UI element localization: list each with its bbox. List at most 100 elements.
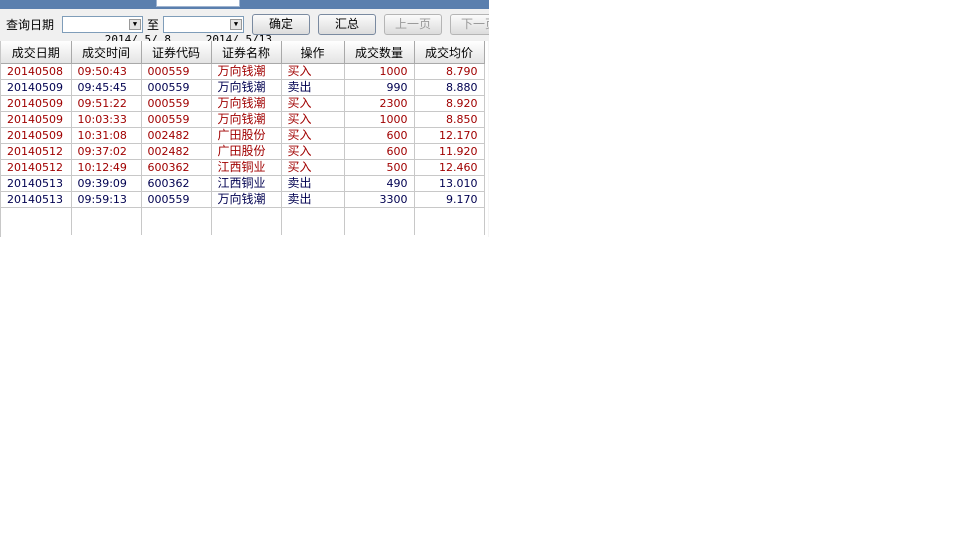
table-row[interactable]: 20140509 10:03:33 000559 万向钱潮 买入 1000 8.… xyxy=(1,111,485,128)
cell-security-name: 江西铜业 xyxy=(211,159,282,176)
cell-security-name: 广田股份 xyxy=(211,143,282,160)
cell-trade-time: 10:12:49 xyxy=(71,159,142,176)
cell-quantity: 1000 xyxy=(344,111,415,128)
cell-security-name: 万向钱潮 xyxy=(211,95,282,112)
cell-quantity: 490 xyxy=(344,175,415,192)
cell-avg-price: 8.920 xyxy=(414,95,485,112)
cell-quantity: 1000 xyxy=(344,63,415,80)
cell-operation: 买入 xyxy=(281,127,345,144)
next-page-button[interactable]: 下一页 xyxy=(450,14,489,35)
summary-button[interactable]: 汇总 xyxy=(318,14,376,35)
table-row[interactable]: 20140513 09:59:13 000559 万向钱潮 卖出 3300 9.… xyxy=(1,191,485,208)
cell-trade-time: 09:39:09 xyxy=(71,175,142,192)
cell-operation: 买入 xyxy=(281,95,345,112)
cell-security-code: 000559 xyxy=(141,63,212,80)
cell-trade-time: 10:03:33 xyxy=(71,111,142,128)
column-header-avg-price[interactable]: 成交均价 xyxy=(414,41,485,64)
cell-trade-time: 09:59:13 xyxy=(71,191,142,208)
confirm-button[interactable]: 确定 xyxy=(252,14,310,35)
start-date-picker[interactable]: 2014/ 5/ 8 ▼ xyxy=(62,16,171,46)
cell-operation: 卖出 xyxy=(281,175,345,192)
table-row[interactable]: 20140513 09:39:09 600362 江西铜业 卖出 490 13.… xyxy=(1,175,485,192)
cell-trade-time: 10:31:08 xyxy=(71,127,142,144)
cell-security-name: 广田股份 xyxy=(211,127,282,144)
cell-trade-date: 20140509 xyxy=(1,127,72,144)
cell-trade-date: 20140512 xyxy=(1,159,72,176)
cell-avg-price: 8.850 xyxy=(414,111,485,128)
cell-trade-date: 20140513 xyxy=(1,175,72,192)
cell-operation: 买入 xyxy=(281,111,345,128)
tab-active[interactable] xyxy=(156,0,240,7)
empty-cell xyxy=(281,207,345,235)
cell-trade-date: 20140513 xyxy=(1,191,72,208)
query-date-label: 查询日期 xyxy=(6,18,55,32)
cell-security-code: 002482 xyxy=(141,143,212,160)
table-row[interactable]: 20140512 09:37:02 002482 广田股份 买入 600 11.… xyxy=(1,143,485,160)
cell-quantity: 3300 xyxy=(344,191,415,208)
cell-security-code: 600362 xyxy=(141,159,212,176)
cell-trade-time: 09:45:45 xyxy=(71,79,142,96)
date-range-to-label: 至 xyxy=(147,18,160,32)
chevron-down-icon[interactable]: ▼ xyxy=(230,19,242,30)
cell-operation: 买入 xyxy=(281,159,345,176)
cell-avg-price: 11.920 xyxy=(414,143,485,160)
empty-cell xyxy=(141,207,212,235)
cell-trade-time: 09:50:43 xyxy=(71,63,142,80)
column-header-security-code[interactable]: 证券代码 xyxy=(141,41,212,64)
table-header-row: 成交日期 成交时间 证券代码 证券名称 操作 成交数量 成交均价 xyxy=(1,41,485,64)
cell-operation: 卖出 xyxy=(281,79,345,96)
table-row[interactable]: 20140509 09:45:45 000559 万向钱潮 卖出 990 8.8… xyxy=(1,79,485,96)
table-row[interactable]: 20140509 10:31:08 002482 广田股份 买入 600 12.… xyxy=(1,127,485,144)
cell-security-code: 002482 xyxy=(141,127,212,144)
chevron-down-icon[interactable]: ▼ xyxy=(129,19,141,30)
cell-avg-price: 8.790 xyxy=(414,63,485,80)
cell-operation: 卖出 xyxy=(281,191,345,208)
column-header-security-name[interactable]: 证券名称 xyxy=(211,41,282,64)
cell-trade-date: 20140512 xyxy=(1,143,72,160)
cell-security-code: 000559 xyxy=(141,111,212,128)
cell-security-name: 万向钱潮 xyxy=(211,111,282,128)
empty-cell xyxy=(211,207,282,235)
cell-quantity: 500 xyxy=(344,159,415,176)
cell-trade-date: 20140509 xyxy=(1,79,72,96)
prev-page-button[interactable]: 上一页 xyxy=(384,14,442,35)
empty-cell xyxy=(414,207,485,235)
end-date-picker[interactable]: 2014/ 5/13 ▼ xyxy=(163,16,272,46)
column-header-trade-date[interactable]: 成交日期 xyxy=(1,41,72,64)
trade-history-window: 查询日期 2014/ 5/ 8 ▼ 至 2014/ 5/13 ▼ 确定 汇总 上… xyxy=(0,0,489,237)
column-header-trade-time[interactable]: 成交时间 xyxy=(71,41,142,64)
column-header-operation[interactable]: 操作 xyxy=(281,41,345,64)
empty-table-row xyxy=(1,207,485,235)
cell-avg-price: 12.460 xyxy=(414,159,485,176)
table-row[interactable]: 20140509 09:51:22 000559 万向钱潮 买入 2300 8.… xyxy=(1,95,485,112)
trade-table: 成交日期 成交时间 证券代码 证券名称 操作 成交数量 成交均价 2014050… xyxy=(0,41,488,237)
cell-security-name: 万向钱潮 xyxy=(211,63,282,80)
cell-avg-price: 12.170 xyxy=(414,127,485,144)
empty-cell xyxy=(344,207,415,235)
cell-avg-price: 9.170 xyxy=(414,191,485,208)
query-bar: 查询日期 2014/ 5/ 8 ▼ 至 2014/ 5/13 ▼ 确定 汇总 上… xyxy=(0,9,489,46)
cell-avg-price: 8.880 xyxy=(414,79,485,96)
tab-strip xyxy=(0,0,489,9)
cell-operation: 买入 xyxy=(281,143,345,160)
cell-security-code: 000559 xyxy=(141,95,212,112)
cell-operation: 买入 xyxy=(281,63,345,80)
cell-quantity: 600 xyxy=(344,143,415,160)
cell-security-name: 江西铜业 xyxy=(211,175,282,192)
table-row[interactable]: 20140512 10:12:49 600362 江西铜业 买入 500 12.… xyxy=(1,159,485,176)
cell-quantity: 2300 xyxy=(344,95,415,112)
empty-cell xyxy=(1,207,72,235)
cell-trade-date: 20140509 xyxy=(1,111,72,128)
cell-quantity: 600 xyxy=(344,127,415,144)
cell-security-code: 600362 xyxy=(141,175,212,192)
cell-security-name: 万向钱潮 xyxy=(211,191,282,208)
cell-security-code: 000559 xyxy=(141,79,212,96)
empty-cell xyxy=(71,207,142,235)
cell-trade-date: 20140509 xyxy=(1,95,72,112)
cell-trade-date: 20140508 xyxy=(1,63,72,80)
cell-trade-time: 09:37:02 xyxy=(71,143,142,160)
table-row[interactable]: 20140508 09:50:43 000559 万向钱潮 买入 1000 8.… xyxy=(1,63,485,80)
column-header-quantity[interactable]: 成交数量 xyxy=(344,41,415,64)
cell-quantity: 990 xyxy=(344,79,415,96)
cell-security-name: 万向钱潮 xyxy=(211,79,282,96)
